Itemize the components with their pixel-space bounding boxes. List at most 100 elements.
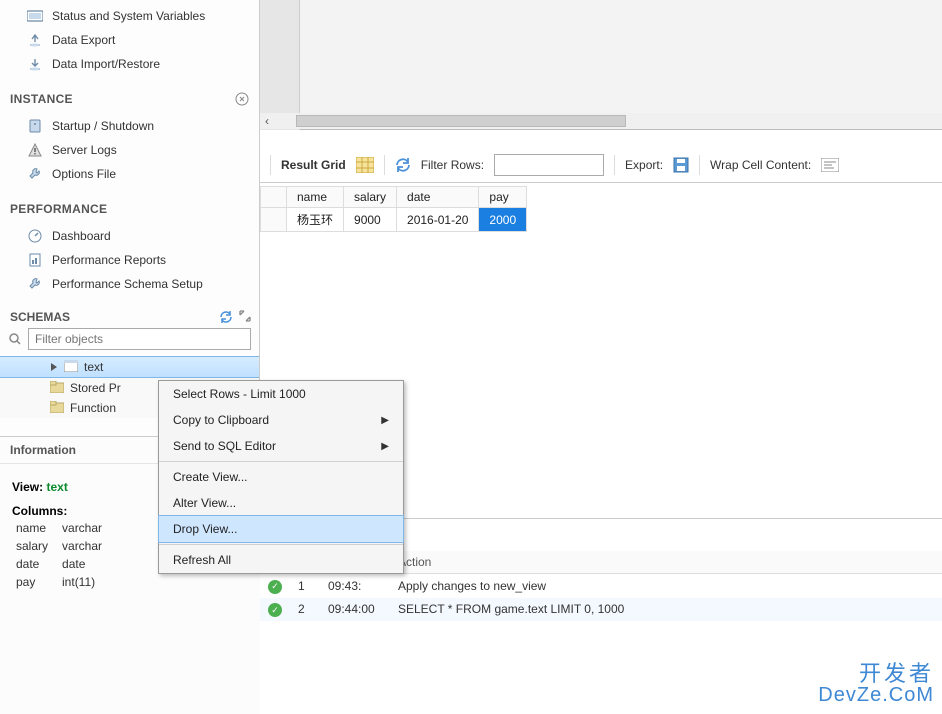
scroll-track[interactable] <box>274 114 942 128</box>
filter-rows-input[interactable] <box>494 154 604 176</box>
gauge-icon <box>26 228 44 244</box>
col-header-salary[interactable]: salary <box>344 187 397 208</box>
nav-label: Performance Reports <box>52 253 166 267</box>
nav-label: Data Export <box>52 33 115 47</box>
success-icon <box>268 580 282 594</box>
col-name: name <box>14 520 58 536</box>
info-column-row: salaryvarchar <box>14 538 112 554</box>
management-section: Status and System Variables Data Export … <box>0 0 259 86</box>
nav-label: Options File <box>52 167 116 181</box>
instance-section-title: INSTANCE <box>0 86 259 110</box>
output-row[interactable]: 1 09:43: Apply changes to new_view <box>260 574 942 598</box>
menu-drop-view[interactable]: Drop View... <box>158 515 404 543</box>
menu-label: Copy to Clipboard <box>173 413 269 427</box>
menu-label: Create View... <box>173 470 247 484</box>
menu-send-sql-editor[interactable]: Send to SQL Editor▶ <box>159 433 403 459</box>
row-selector[interactable] <box>261 208 287 232</box>
horizontal-scrollbar[interactable]: ‹ <box>260 113 942 129</box>
col-header-pay[interactable]: pay <box>479 187 527 208</box>
output-idx: 1 <box>290 574 320 598</box>
menu-label: Send to SQL Editor <box>173 439 276 453</box>
nav-performance-schema-setup[interactable]: Performance Schema Setup <box>0 272 259 296</box>
cell-date[interactable]: 2016-01-20 <box>397 208 479 232</box>
section-label: INSTANCE <box>10 92 73 106</box>
output-time: 09:44:00 <box>320 598 390 622</box>
menu-label: Select Rows - Limit 1000 <box>173 387 306 401</box>
wrench-icon <box>26 276 44 292</box>
export-save-icon[interactable] <box>673 157 689 173</box>
grid-data-row[interactable]: 杨玉环 9000 2016-01-20 2000 <box>261 208 527 232</box>
cell-name[interactable]: 杨玉环 <box>287 208 344 232</box>
nav-dashboard[interactable]: Dashboard <box>0 224 259 248</box>
export-label: Export: <box>625 158 663 172</box>
menu-select-rows[interactable]: Select Rows - Limit 1000 <box>159 381 403 407</box>
nav-startup-shutdown[interactable]: Startup / Shutdown <box>0 114 259 138</box>
refresh-icon[interactable] <box>219 310 233 324</box>
output-action: SELECT * FROM game.text LIMIT 0, 1000 <box>390 598 942 622</box>
wrench-icon <box>26 166 44 182</box>
output-time: 09:43: <box>320 574 390 598</box>
info-column-row: payint(11) <box>14 574 112 590</box>
performance-section: Dashboard Performance Reports Performanc… <box>0 220 259 306</box>
grid-header-row: name salary date pay <box>261 187 527 208</box>
nav-server-logs[interactable]: Server Logs <box>0 138 259 162</box>
menu-copy-clipboard[interactable]: Copy to Clipboard ▶ <box>159 407 403 433</box>
server-icon <box>26 118 44 134</box>
nav-label: Startup / Shutdown <box>52 119 154 133</box>
menu-create-view[interactable]: Create View... <box>159 464 403 490</box>
view-icon <box>64 360 78 374</box>
wrap-cell-icon[interactable] <box>821 158 839 172</box>
menu-refresh-all[interactable]: Refresh All <box>159 547 403 573</box>
success-icon <box>268 603 282 617</box>
info-column-row: datedate <box>14 556 112 572</box>
scroll-thumb[interactable] <box>296 115 626 127</box>
info-view-value: text <box>46 480 67 494</box>
tree-item-text-view[interactable]: text <box>0 356 259 378</box>
result-toolbar: Result Grid Filter Rows: Export: Wrap Ce… <box>260 148 942 183</box>
schema-filter-input[interactable] <box>28 328 251 350</box>
separator <box>384 155 385 175</box>
menu-label: Alter View... <box>173 496 236 510</box>
result-grid[interactable]: name salary date pay 杨玉环 9000 2016-01-20… <box>260 186 942 232</box>
export-icon <box>26 32 44 48</box>
col-header-date[interactable]: date <box>397 187 479 208</box>
separator <box>270 155 271 175</box>
nav-status-system-vars[interactable]: Status and System Variables <box>0 4 259 28</box>
schema-filter-row <box>0 328 259 356</box>
col-name: date <box>14 556 58 572</box>
refresh-results-icon[interactable] <box>395 157 411 173</box>
menu-label: Refresh All <box>173 553 231 567</box>
scroll-left-icon[interactable]: ‹ <box>260 114 274 128</box>
output-row[interactable]: 2 09:44:00 SELECT * FROM game.text LIMIT… <box>260 598 942 622</box>
col-name: pay <box>14 574 58 590</box>
filter-rows-label: Filter Rows: <box>421 158 484 172</box>
status-icon <box>26 8 44 24</box>
query-editor-area[interactable]: ‹ <box>260 0 942 130</box>
cell-salary[interactable]: 9000 <box>344 208 397 232</box>
folder-icon <box>50 401 64 415</box>
grid-view-icon[interactable] <box>356 157 374 173</box>
tree-item-label: text <box>84 360 103 374</box>
nav-data-import[interactable]: Data Import/Restore <box>0 52 259 76</box>
section-label: SCHEMAS <box>10 310 70 324</box>
col-name: salary <box>14 538 58 554</box>
context-menu: Select Rows - Limit 1000 Copy to Clipboa… <box>158 380 404 574</box>
info-columns-table: namevarchar salaryvarchar datedate payin… <box>12 518 114 592</box>
nav-performance-reports[interactable]: Performance Reports <box>0 248 259 272</box>
col-type: varchar <box>60 538 112 554</box>
nav-label: Performance Schema Setup <box>52 277 203 291</box>
nav-options-file[interactable]: Options File <box>0 162 259 186</box>
output-action: Apply changes to new_view <box>390 574 942 598</box>
tree-twisty-icon[interactable] <box>50 363 58 371</box>
cell-pay[interactable]: 2000 <box>479 208 527 232</box>
col-type: date <box>60 556 112 572</box>
output-header-action: Action <box>390 551 942 574</box>
instance-section: Startup / Shutdown Server Logs Options F… <box>0 110 259 196</box>
instance-target-icon <box>235 92 249 106</box>
result-grid-label: Result Grid <box>281 158 346 172</box>
submenu-arrow-icon: ▶ <box>381 415 389 426</box>
col-header-name[interactable]: name <box>287 187 344 208</box>
menu-alter-view[interactable]: Alter View... <box>159 490 403 516</box>
expand-icon[interactable] <box>239 310 251 324</box>
nav-data-export[interactable]: Data Export <box>0 28 259 52</box>
